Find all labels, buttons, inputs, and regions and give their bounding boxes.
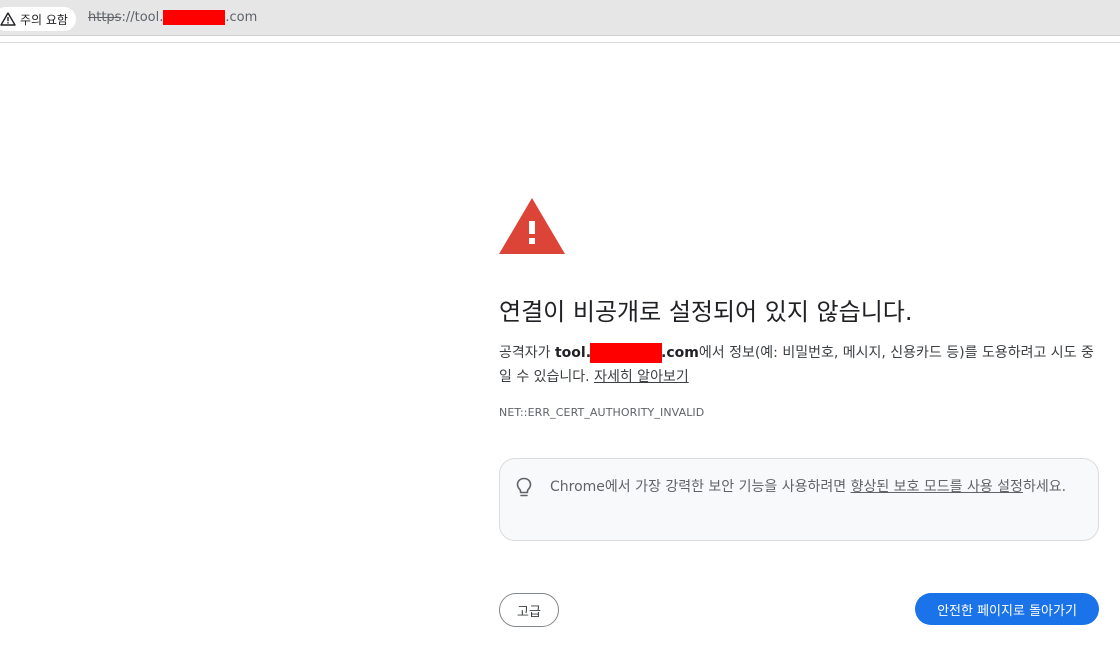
warning-triangle-outline-icon (0, 12, 16, 26)
red-warning-triangle-icon (499, 198, 565, 254)
enhanced-protection-text: Chrome에서 가장 강력한 보안 기능을 사용하려면 향상된 보호 모드를 … (550, 476, 1090, 499)
explanation-host: tool. .com (554, 343, 699, 363)
redaction-block (590, 343, 663, 363)
advanced-button[interactable]: 고급 (499, 593, 559, 627)
security-chip-label: 주의 요함 (20, 12, 68, 27)
url-host-prefix: tool. (134, 10, 164, 25)
error-code: NET::ERR_CERT_AUTHORITY_INVALID (499, 406, 705, 419)
enhanced-protection-prefix: Chrome에서 가장 강력한 보안 기능을 사용하려면 (550, 479, 851, 495)
explanation-paragraph: 공격자가 tool. .com에서 정보(예: 비밀번호, 메시지, 신용카드 등… (499, 341, 1099, 389)
explanation-host-suffix: .com (661, 345, 699, 361)
enhanced-protection-box: Chrome에서 가장 강력한 보안 기능을 사용하려면 향상된 보호 모드를 … (499, 458, 1099, 541)
security-status-chip[interactable]: 주의 요함 (0, 7, 76, 31)
page-divider (0, 42, 1120, 43)
lightbulb-icon (516, 477, 532, 497)
address-bar: 주의 요함 https://tool. .com (0, 0, 1120, 36)
url-host-suffix: .com (225, 10, 258, 25)
url-scheme-separator: :// (121, 10, 135, 25)
redaction-block (163, 10, 226, 25)
enhanced-protection-suffix: 하세요. (1022, 479, 1067, 495)
explanation-host-prefix: tool. (554, 345, 592, 361)
url-scheme: https (88, 10, 122, 25)
enhanced-protection-link[interactable]: 향상된 보호 모드를 사용 설정 (851, 479, 1023, 495)
learn-more-link[interactable]: 자세히 알아보기 (594, 369, 689, 385)
page-title: 연결이 비공개로 설정되어 있지 않습니다. (499, 298, 913, 326)
back-to-safety-button[interactable]: 안전한 페이지로 돌아가기 (915, 593, 1099, 625)
url-field[interactable]: https://tool. .com (88, 10, 257, 25)
explanation-prefix: 공격자가 (499, 345, 555, 361)
